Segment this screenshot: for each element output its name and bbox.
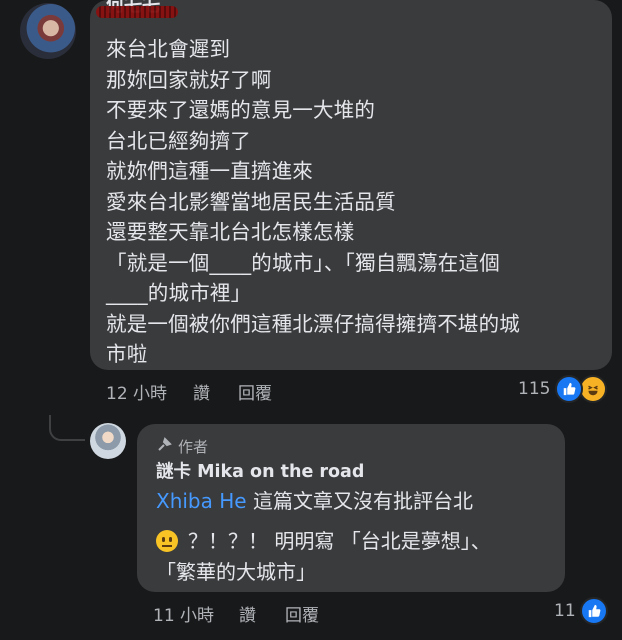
- reply-reply-button[interactable]: 回覆: [285, 601, 319, 626]
- reply-like-button[interactable]: 讚: [239, 601, 256, 626]
- comment-line: 就是一個被你們這種北漂仔搞得擁擠不堪的城: [106, 311, 520, 336]
- author-badge: 作者: [156, 436, 208, 457]
- comment-text: 來台北會遲到 那妳回家就好了啊 不要來了還媽的意見一大堆的 台北已經夠擠了 就妳…: [106, 34, 596, 370]
- author-badge-label: 作者: [178, 438, 209, 456]
- like-icon[interactable]: [580, 597, 608, 625]
- comment-line: 那妳回家就好了啊: [106, 67, 272, 92]
- reply-line: ？！？！ 明明寫 「台北是夢想」、: [156, 526, 556, 557]
- redaction-scribble: [96, 6, 178, 18]
- comment-like-button[interactable]: 讚: [193, 379, 210, 404]
- reply-line: 「繁華的大城市」: [156, 560, 316, 584]
- comment-line: ____的城市裡」: [106, 281, 252, 305]
- microphone-icon: [156, 436, 172, 457]
- reply-reaction-count[interactable]: 11: [554, 601, 576, 621]
- comment-line: 還要整天靠北台北怎樣怎樣: [106, 220, 355, 244]
- neutral-face-emoji-icon: [156, 530, 178, 552]
- comment-line: 就妳們這種一直擠進來: [106, 159, 313, 183]
- mention-link[interactable]: Xhiba He: [156, 489, 247, 513]
- haha-icon[interactable]: [579, 375, 607, 403]
- comment-line: 「就是一個____的城市」、「獨自飄蕩在這個: [106, 250, 500, 275]
- commenter-avatar[interactable]: [20, 3, 76, 59]
- comment-line: 不要來了還媽的意見一大堆的: [106, 98, 376, 122]
- comment-line: 愛來台北影響當地居民生活品質: [106, 189, 396, 214]
- reply-text: Xhiba He 這篇文章又沒有批評台北 ？！？！ 明明寫 「台北是夢想」、 「…: [156, 486, 556, 588]
- comment-timestamp[interactable]: 12 小時: [106, 379, 167, 404]
- comment-reaction-count[interactable]: 115: [518, 379, 550, 399]
- comment-line: 台北已經夠擠了: [106, 128, 251, 153]
- reply-line-text: ？！？！ 明明寫 「台北是夢想」、: [188, 529, 491, 553]
- reply-author-avatar[interactable]: [90, 423, 126, 459]
- comment-line: 市啦: [106, 342, 148, 366]
- reply-timestamp[interactable]: 11 小時: [153, 601, 214, 626]
- like-icon[interactable]: [555, 375, 583, 403]
- thread-connector: [49, 415, 85, 441]
- comment-line: 來台北會遲到: [106, 37, 231, 61]
- comment-reply-button[interactable]: 回覆: [238, 379, 272, 404]
- reply-line: Xhiba He 這篇文章又沒有批評台北: [156, 486, 556, 517]
- reply-author-name[interactable]: 謎卡 Mika on the road: [156, 458, 364, 483]
- reply-line-text: 這篇文章又沒有批評台北: [246, 489, 473, 513]
